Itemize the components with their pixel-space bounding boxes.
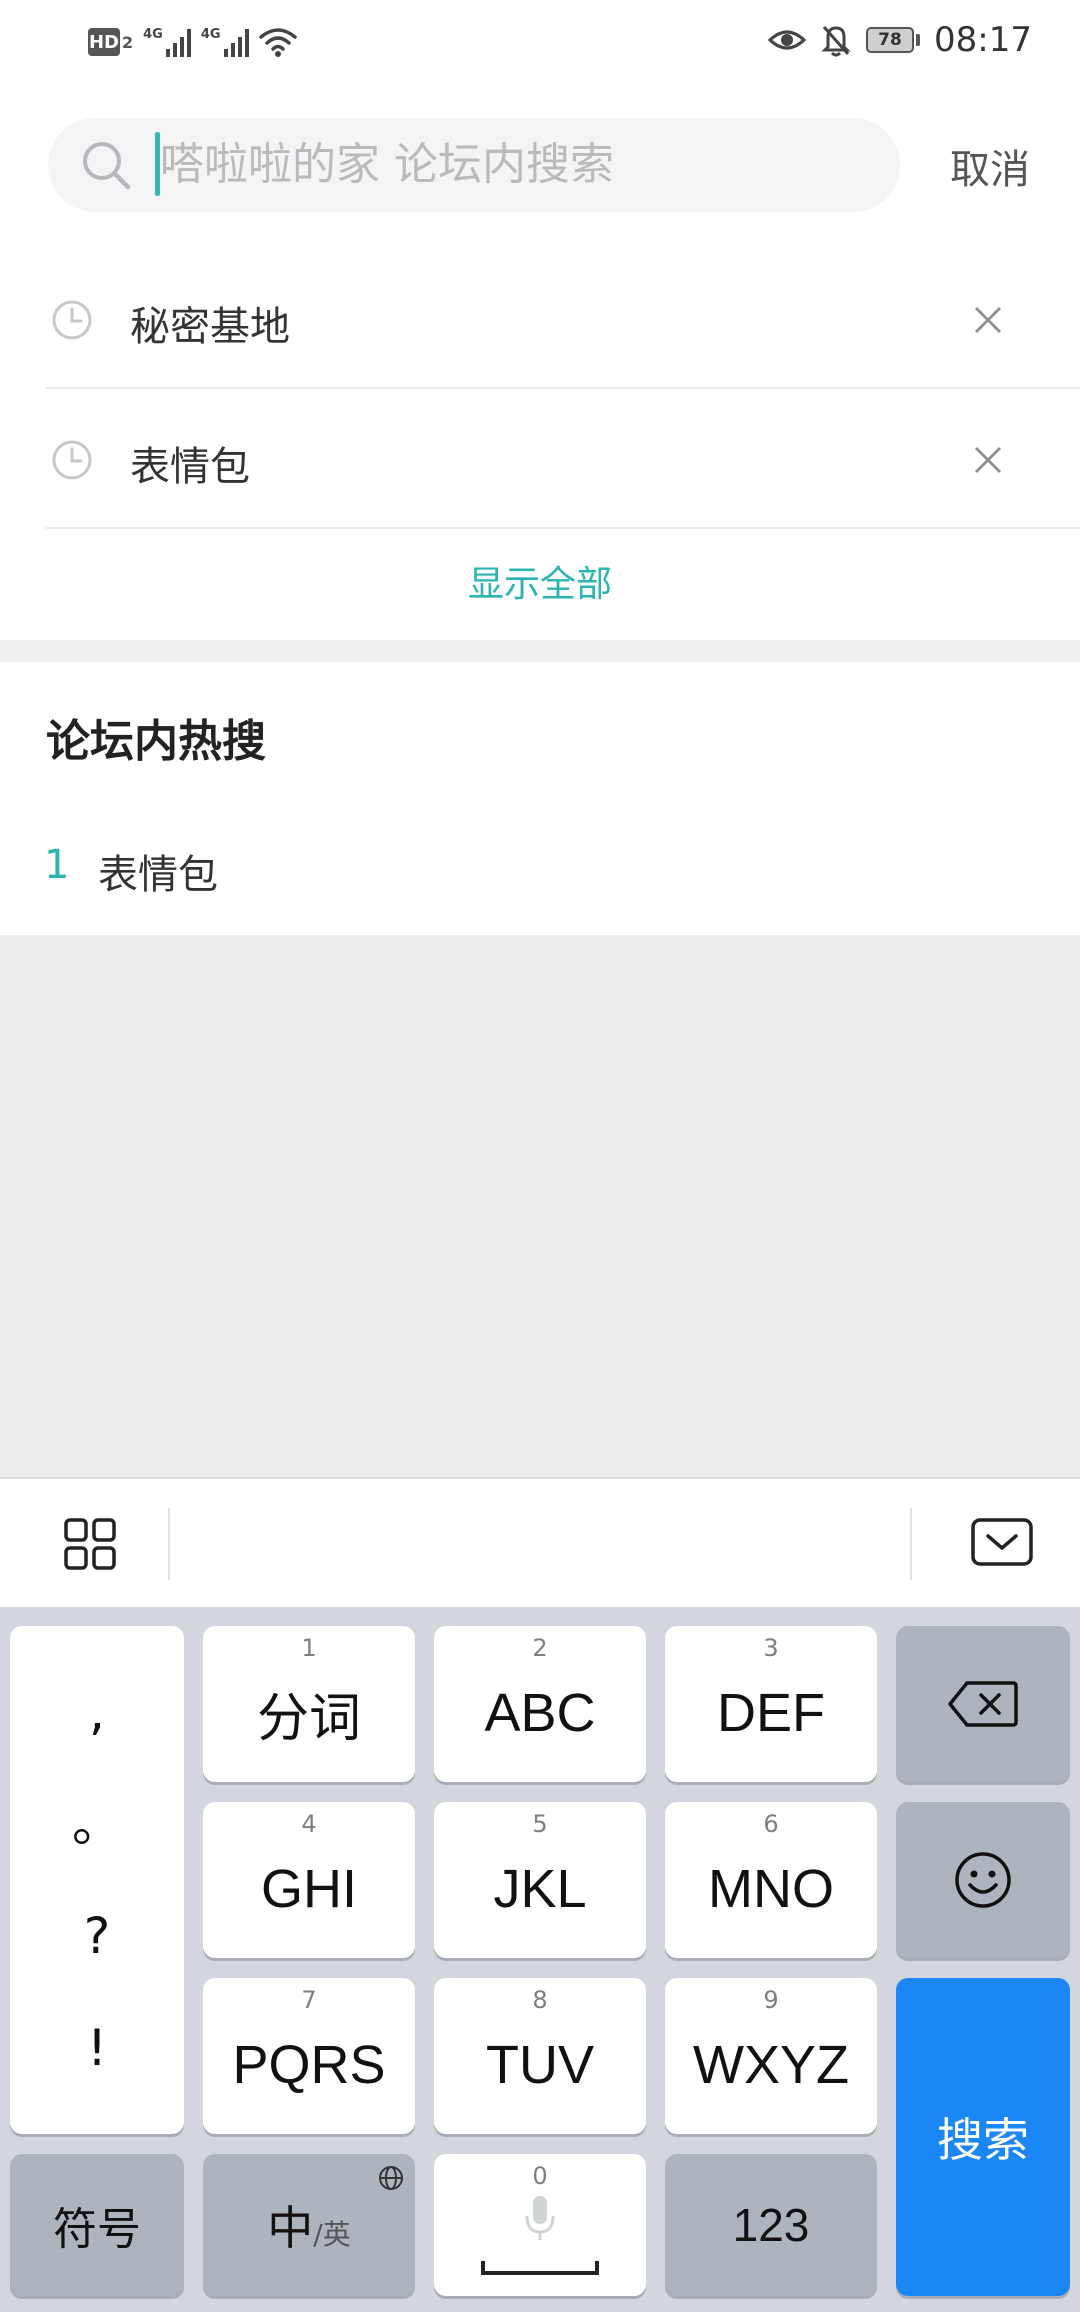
- close-icon[interactable]: [968, 440, 1008, 480]
- section-gap: [0, 640, 1080, 662]
- key-8[interactable]: 8 TUV: [434, 1978, 646, 2134]
- battery-level: 78: [866, 27, 915, 53]
- key-number: 4: [301, 1810, 317, 1838]
- hot-search-title: 论坛内热搜: [46, 716, 266, 767]
- key-label: JKL: [493, 1859, 587, 1919]
- number-switch-label: 123: [732, 2199, 810, 2251]
- battery-icon: 78: [866, 27, 921, 53]
- lang-main-label: 中: [267, 2201, 314, 2255]
- history-item[interactable]: 秘密基地: [0, 250, 1080, 390]
- toolbar-divider: [168, 1508, 170, 1580]
- key-label: ABC: [484, 1683, 596, 1743]
- backspace-key[interactable]: [896, 1626, 1070, 1782]
- hd-badge: HD: [88, 28, 120, 56]
- number-switch-key[interactable]: 123: [665, 2154, 877, 2296]
- clock: 08:17: [934, 20, 1032, 60]
- key-number: 3: [763, 1634, 779, 1662]
- key-1[interactable]: 1 分词: [203, 1626, 415, 1782]
- history-item-label: 秘密基地: [130, 304, 290, 350]
- clock-icon: [52, 300, 92, 340]
- microphone-icon: [525, 2196, 555, 2240]
- key-number: 0: [532, 2162, 548, 2190]
- hot-search-item[interactable]: 表情包: [98, 842, 218, 900]
- emoji-icon: [955, 1852, 1011, 1908]
- key-9[interactable]: 9 WXYZ: [665, 1978, 877, 2134]
- clock-icon: [52, 440, 92, 480]
- key-number: 8: [532, 1986, 548, 2014]
- keyboard-toolbar: [0, 1477, 1080, 1607]
- grid-icon[interactable]: [62, 1516, 118, 1572]
- key-7[interactable]: 7 PQRS: [203, 1978, 415, 2134]
- backspace-icon: [948, 1681, 1018, 1727]
- empty-area: [0, 935, 1080, 1477]
- close-icon[interactable]: [968, 300, 1008, 340]
- key-label: WXYZ: [693, 2035, 849, 2095]
- key-3[interactable]: 3 DEF: [665, 1626, 877, 1782]
- hd-sub: 2: [122, 32, 134, 52]
- language-switch-key[interactable]: 中 /英: [203, 2154, 415, 2296]
- punct-period: 。: [72, 1795, 122, 1853]
- history-item[interactable]: 表情包: [0, 390, 1080, 530]
- key-5[interactable]: 5 JKL: [434, 1802, 646, 1958]
- punct-comma: ,: [89, 1683, 105, 1741]
- key-6[interactable]: 6 MNO: [665, 1802, 877, 1958]
- key-number: 9: [763, 1986, 779, 2014]
- key-2[interactable]: 2 ABC: [434, 1626, 646, 1782]
- signal-icon-1: 4G: [143, 27, 191, 57]
- search-input[interactable]: [160, 130, 860, 198]
- status-bar: HD 2 4G 4G 78 08:17: [0, 0, 1080, 80]
- search-icon: [83, 142, 131, 190]
- key-label: TUV: [486, 2035, 594, 2095]
- punct-exclaim: !: [86, 2019, 108, 2077]
- hot-search-rank: 1: [44, 842, 70, 888]
- key-label: MNO: [708, 1859, 834, 1919]
- key-label: GHI: [260, 1859, 357, 1919]
- history-item-label: 表情包: [130, 444, 250, 490]
- key-number: 6: [763, 1810, 779, 1838]
- signal-label-1: 4G: [143, 27, 163, 42]
- eye-icon: [768, 30, 807, 50]
- key-number: 2: [532, 1634, 548, 1662]
- key-number: 5: [532, 1810, 548, 1838]
- key-number: 7: [301, 1986, 317, 2014]
- punctuation-key[interactable]: , 。 ? !: [10, 1626, 184, 2134]
- divider: [46, 387, 1080, 389]
- globe-icon: [379, 2166, 403, 2190]
- cancel-button[interactable]: 取消: [930, 130, 1050, 202]
- space-bar-icon: [481, 2261, 599, 2275]
- emoji-key[interactable]: [896, 1802, 1070, 1958]
- show-all-link[interactable]: 显示全部: [0, 555, 1080, 607]
- status-right: 78 08:17: [768, 18, 1032, 62]
- lang-sub-label: /英: [313, 2218, 351, 2251]
- key-number: 1: [301, 1634, 317, 1662]
- key-label: DEF: [717, 1683, 825, 1743]
- key-label: 分词: [256, 1688, 361, 1749]
- search-key[interactable]: 搜索: [896, 1978, 1070, 2296]
- signal-icon-2: 4G: [201, 27, 249, 57]
- signal-label-2: 4G: [200, 27, 221, 42]
- punct-question: ?: [83, 1907, 111, 1965]
- search-key-label: 搜索: [937, 2114, 1029, 2166]
- divider: [46, 527, 1080, 529]
- bell-off-icon: [821, 26, 851, 57]
- toolbar-divider: [910, 1508, 912, 1580]
- status-left: HD 2 4G 4G: [88, 22, 297, 62]
- key-4[interactable]: 4 GHI: [203, 1802, 415, 1958]
- symbol-key[interactable]: 符号: [10, 2154, 184, 2296]
- symbol-key-label: 符号: [53, 2204, 141, 2255]
- key-label: PQRS: [232, 2035, 386, 2095]
- wifi-icon: [258, 28, 297, 57]
- space-key[interactable]: 0: [434, 2154, 646, 2296]
- keyboard-hide-icon[interactable]: [970, 1515, 1034, 1571]
